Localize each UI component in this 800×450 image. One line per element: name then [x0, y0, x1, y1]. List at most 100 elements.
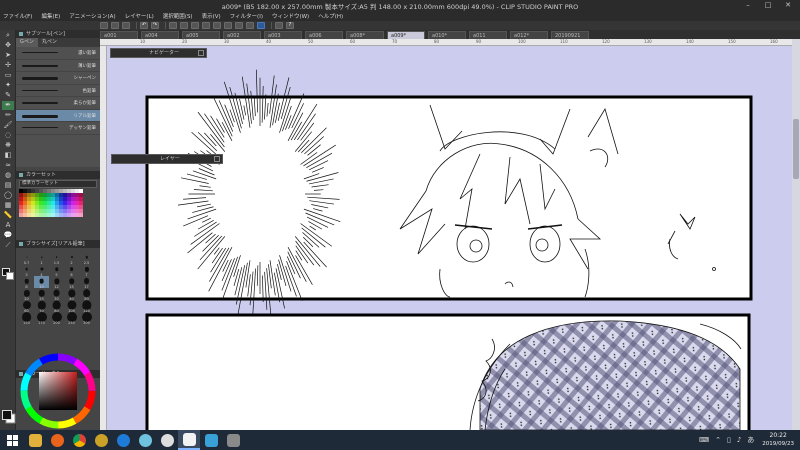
document-tab[interactable]: a001	[100, 31, 138, 39]
eraser-tool-icon[interactable]: ◧	[2, 151, 14, 160]
volume-icon[interactable]: ♪	[737, 436, 741, 444]
minimize-icon[interactable]: –	[738, 0, 758, 11]
navigator-palette[interactable]: ナビゲーター	[110, 48, 207, 58]
clear-icon[interactable]	[169, 22, 177, 29]
subtool-tab[interactable]: 丸ペン	[38, 38, 61, 47]
palette-menu-icon[interactable]	[214, 156, 220, 162]
brush-size-cell[interactable]: 1	[34, 252, 49, 265]
document-tab[interactable]: a006	[305, 31, 343, 39]
subtool-tab[interactable]: Gペン	[16, 38, 38, 47]
brush-size-cell[interactable]: 150	[19, 312, 34, 325]
document-tab[interactable]: a004	[141, 31, 179, 39]
brush-size-cell[interactable]: 40	[64, 288, 79, 301]
document-tab[interactable]: a003	[264, 31, 302, 39]
taskbar-chrome[interactable]	[68, 430, 90, 450]
taskbar-explorer[interactable]	[24, 430, 46, 450]
taskbar-clip-paint[interactable]	[178, 430, 200, 450]
menu-item[interactable]: 選択範囲(S)	[163, 12, 193, 20]
new-file-icon[interactable]	[100, 22, 108, 29]
brush-item[interactable]: 柔らか鉛筆	[16, 97, 100, 110]
operation-tool-icon[interactable]: ➤	[2, 51, 14, 60]
brush-tool-icon[interactable]: 🖌	[2, 121, 14, 130]
brush-size-cell[interactable]: 17	[79, 276, 94, 289]
brush-size-cell[interactable]: 200	[49, 312, 64, 325]
document-tab[interactable]: a009*	[387, 31, 425, 39]
snap-ruler-icon[interactable]	[224, 22, 232, 29]
palette-menu-icon[interactable]	[198, 50, 204, 56]
document-tab[interactable]: a012*	[510, 31, 548, 39]
auto-select-tool-icon[interactable]: ✦	[2, 81, 14, 90]
brush-size-cell[interactable]: 300	[79, 312, 94, 325]
pencil-tool-icon[interactable]: ✏	[2, 111, 14, 120]
brush-size-cell[interactable]: 1.5	[49, 252, 64, 265]
menu-item[interactable]: ファイル(F)	[3, 12, 32, 20]
snap-grid-icon[interactable]	[246, 22, 254, 29]
brush-item[interactable]: 濃い鉛筆	[16, 47, 100, 60]
line-correction-tool-icon[interactable]: ⟋	[2, 241, 14, 250]
taskbar-app-yellow[interactable]	[90, 430, 112, 450]
layer-move-tool-icon[interactable]: ✢	[2, 61, 14, 70]
ruler-tool-icon[interactable]: 📏	[2, 211, 14, 220]
taskbar-firefox[interactable]	[46, 430, 68, 450]
brush-size-cell[interactable]: 80	[49, 300, 64, 313]
brush-item[interactable]: シャーペン	[16, 72, 100, 85]
document-tab[interactable]: a011	[469, 31, 507, 39]
figure-tool-icon[interactable]: ◯	[2, 191, 14, 200]
menu-item[interactable]: レイヤー(L)	[125, 12, 154, 20]
fill-icon[interactable]	[213, 22, 221, 29]
save-icon[interactable]	[122, 22, 130, 29]
brush-item[interactable]: 薄い鉛筆	[16, 60, 100, 72]
gradient-tool-icon[interactable]: ▤	[2, 181, 14, 190]
redo-icon[interactable]: ↷	[151, 22, 159, 29]
snap-special-ruler-icon[interactable]	[235, 22, 243, 29]
airbrush-tool-icon[interactable]: ◌	[2, 131, 14, 140]
selection-tool-icon[interactable]: ▭	[2, 71, 14, 80]
help-icon[interactable]: ?	[286, 22, 294, 29]
network-icon[interactable]: ▯	[727, 436, 731, 444]
clock[interactable]: 20:22 2019/09/23	[762, 432, 794, 448]
taskbar-app-gray[interactable]	[222, 430, 244, 450]
brush-size-cell[interactable]: 170	[34, 312, 49, 325]
maximize-icon[interactable]: □	[758, 0, 778, 11]
brush-item[interactable]: 色鉛筆	[16, 85, 100, 97]
brush-size-cell[interactable]: 70	[34, 300, 49, 313]
document-tab[interactable]: a002	[223, 31, 261, 39]
document-tab[interactable]: a008*	[346, 31, 384, 39]
menu-item[interactable]: 表示(V)	[202, 12, 221, 20]
snap-icon[interactable]	[257, 22, 265, 29]
undo-icon[interactable]: ↶	[140, 22, 148, 29]
fill-tool-icon[interactable]: ◍	[2, 171, 14, 180]
brush-size-cell[interactable]: 7	[79, 264, 94, 277]
menu-item[interactable]: 編集(E)	[41, 12, 60, 20]
canvas-area[interactable]: 10 20 30 40 50 60 70 80 90 100 110 120 130 140 150 160	[100, 39, 800, 430]
decoration-tool-icon[interactable]: ❋	[2, 141, 14, 150]
taskbar-app-w[interactable]	[134, 430, 156, 450]
brush-item[interactable]: デッサン鉛筆	[16, 122, 100, 135]
ime-icon[interactable]: あ	[747, 435, 754, 445]
blend-tool-icon[interactable]: ≈	[2, 161, 14, 170]
start-button[interactable]	[0, 430, 24, 450]
brush-size-cell[interactable]: 50	[79, 288, 94, 301]
menu-item[interactable]: ヘルプ(H)	[318, 12, 343, 20]
brush-size-cell[interactable]: 0.7	[19, 252, 34, 265]
brush-size-cell[interactable]: 3	[19, 264, 34, 277]
brush-size-cell[interactable]: 15	[64, 276, 79, 289]
manga-page[interactable]	[100, 39, 800, 430]
scrollbar-thumb[interactable]	[793, 119, 799, 179]
color-indicator[interactable]	[2, 410, 16, 424]
document-tab[interactable]: a005	[182, 31, 220, 39]
colorset-select[interactable]: 標準カラーセット	[19, 180, 97, 188]
brush-size-cell[interactable]: 10	[34, 276, 49, 289]
brush-size-cell[interactable]: 20	[19, 288, 34, 301]
eyedropper-tool-icon[interactable]: ✎	[2, 91, 14, 100]
brush-size-cell[interactable]: 12	[49, 276, 64, 289]
clip-studio-icon[interactable]	[275, 22, 283, 29]
brush-size-cell[interactable]: 8	[19, 276, 34, 289]
menu-item[interactable]: フィルター(I)	[230, 12, 263, 20]
brush-size-cell[interactable]: 60	[19, 300, 34, 313]
vertical-scrollbar[interactable]	[792, 39, 800, 430]
document-tab[interactable]: 20190921	[551, 31, 589, 39]
brush-size-cell[interactable]: 4	[34, 264, 49, 277]
open-file-icon[interactable]	[111, 22, 119, 29]
brush-size-cell[interactable]: 25	[34, 288, 49, 301]
